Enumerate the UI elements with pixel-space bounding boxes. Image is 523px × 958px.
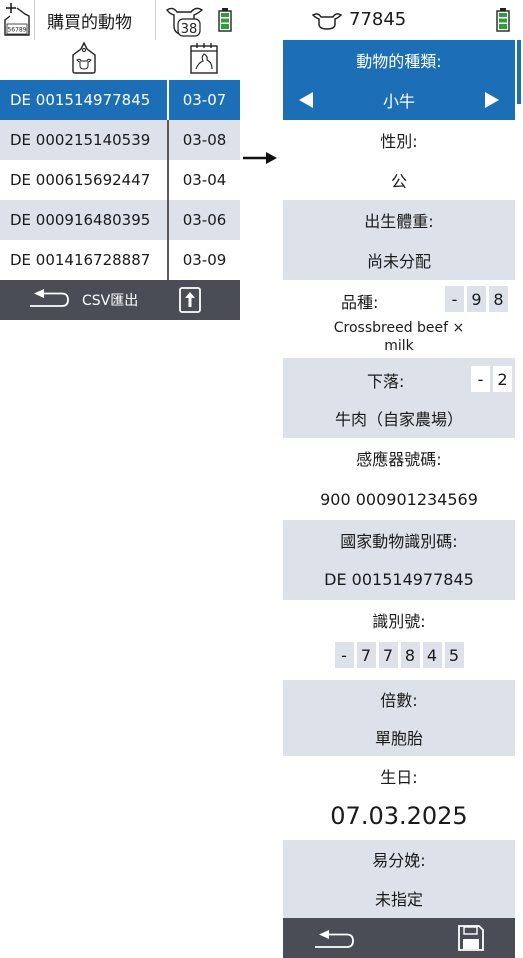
breed-label: 品種: <box>341 293 379 312</box>
animal-id: DE 001416728887 <box>10 251 151 269</box>
upload-icon[interactable] <box>178 286 202 318</box>
national-id-field[interactable]: 國家動物識別碼: DE 001514977845 <box>283 520 515 600</box>
breed-code[interactable]: - 9 8 <box>445 286 508 312</box>
birth-weight-field[interactable]: 出生體重: 尚未分配 <box>283 200 515 280</box>
sex-label: 性別: <box>380 132 418 151</box>
sensor-label: 感應器號碼: <box>356 450 442 469</box>
whereabouts-digit: - <box>471 366 490 392</box>
detail-scrollbar[interactable] <box>517 40 521 104</box>
sex-field[interactable]: 性別: 公 <box>283 120 515 200</box>
multiple-label: 倍數: <box>380 691 418 710</box>
table-row[interactable]: DE 000615692447 03-04 <box>0 160 240 200</box>
purchased-animals-screen: 56789 購買的動物 38 DE 001514977845 03-07 DE … <box>0 0 240 320</box>
save-icon[interactable] <box>457 924 485 956</box>
calving-label: 易分娩: <box>372 851 426 870</box>
column-date[interactable] <box>168 40 240 80</box>
birthday-value: 07.03.2025 <box>330 802 468 830</box>
ear-tag-icon <box>67 41 101 79</box>
whereabouts-value: 牛肉（自家農場） <box>334 410 463 429</box>
breed-digit: 9 <box>467 286 486 312</box>
animal-date: 03-06 <box>167 200 240 240</box>
breed-value-line1: Crossbreed beef × <box>333 319 465 336</box>
animal-date: 03-04 <box>167 160 240 200</box>
ident-code[interactable]: - 7 7 8 4 5 <box>334 642 464 668</box>
arrow-left-icon[interactable] <box>297 90 315 114</box>
breed-value-line2: milk <box>384 337 414 354</box>
ident-digit: 7 <box>378 642 398 668</box>
right-header: 77845 <box>283 0 523 40</box>
animal-list: DE 001514977845 03-07 DE 000215140539 03… <box>0 80 240 280</box>
breed-field[interactable]: 品種: - 9 8 Crossbreed beef × milk <box>283 280 515 358</box>
right-footer <box>283 918 515 958</box>
arrow-right-icon <box>242 150 278 169</box>
tag-icon-number: 56789 <box>7 27 26 34</box>
left-header: 56789 購買的動物 38 <box>0 0 240 40</box>
ident-digit: 8 <box>400 642 420 668</box>
back-icon[interactable] <box>313 927 357 955</box>
animal-number: 77845 <box>349 9 407 30</box>
animal-id: DE 000916480395 <box>10 211 151 229</box>
table-row[interactable]: DE 001514977845 03-07 <box>0 80 240 120</box>
national-id-value: DE 001514977845 <box>324 569 474 589</box>
ident-number-field[interactable]: 識別號: - 7 7 8 4 5 <box>283 600 515 680</box>
multiple-birth-field[interactable]: 倍數: 單胞胎 <box>283 680 515 756</box>
animal-type-selector: 動物的種類: 小牛 <box>283 40 515 120</box>
national-id-label: 國家動物識別碼: <box>340 532 458 551</box>
calendar-calf-icon <box>188 41 220 79</box>
sex-value: 公 <box>390 172 407 191</box>
column-ear-tag[interactable] <box>0 40 168 80</box>
arrow-right-icon[interactable] <box>483 90 501 114</box>
calving-value: 未指定 <box>374 890 423 909</box>
table-row[interactable]: DE 001416728887 03-09 <box>0 240 240 280</box>
csv-export-label: CSV匯出 <box>82 293 139 309</box>
multiple-value: 單胞胎 <box>374 729 423 748</box>
animal-type-label: 動物的種類: <box>356 52 442 71</box>
sensor-value: 900 000901234569 <box>320 489 478 509</box>
animal-count-badge: 38 <box>181 22 198 37</box>
table-row[interactable]: DE 000215140539 03-08 <box>0 120 240 160</box>
whereabouts-field[interactable]: 下落: - 2 牛肉（自家農場） <box>283 358 515 438</box>
animal-date: 03-09 <box>167 240 240 280</box>
cow-count-icon: 38 <box>156 0 212 40</box>
table-row[interactable]: DE 000916480395 03-06 <box>0 200 240 240</box>
animal-id: DE 000215140539 <box>10 131 151 149</box>
back-icon <box>28 286 72 314</box>
csv-export-button[interactable]: CSV匯出 <box>0 286 138 314</box>
animal-type-value: 小牛 <box>382 92 415 111</box>
animal-date: 03-08 <box>167 120 240 160</box>
calving-ease-field[interactable]: 易分娩: 未指定 <box>283 840 515 918</box>
cow-head-icon <box>311 12 343 34</box>
battery-icon <box>212 0 238 40</box>
animal-detail-screen: 77845 動物的種類: 小牛 性別: 公 出生體重: 尚未分配 品種: - 9… <box>283 0 523 958</box>
tag-add-icon[interactable]: 56789 <box>0 0 34 40</box>
battery-icon <box>496 8 510 36</box>
column-header <box>0 40 240 80</box>
animal-id: DE 000615692447 <box>10 171 151 189</box>
whereabouts-code[interactable]: - 2 <box>471 366 512 392</box>
list-scrollbar[interactable] <box>238 80 240 120</box>
animal-id: DE 001514977845 <box>10 91 151 109</box>
sensor-number-field[interactable]: 感應器號碼: 900 000901234569 <box>283 438 515 520</box>
birth-weight-value: 尚未分配 <box>366 252 431 271</box>
ident-digit: 5 <box>444 642 464 668</box>
birth-weight-label: 出生體重: <box>364 212 434 231</box>
animal-date: 03-07 <box>167 80 240 120</box>
left-footer: CSV匯出 <box>0 280 240 320</box>
page-title: 購買的動物 <box>34 0 156 40</box>
breed-digit: 8 <box>489 286 508 312</box>
ident-digit: - <box>334 642 354 668</box>
whereabouts-digit: 2 <box>493 366 512 392</box>
ident-digit: 4 <box>422 642 442 668</box>
ident-label: 識別號: <box>372 612 426 631</box>
ident-digit: 7 <box>356 642 376 668</box>
birthday-field[interactable]: 生日: 07.03.2025 <box>283 756 515 840</box>
birthday-label: 生日: <box>380 768 418 787</box>
breed-digit: - <box>445 286 464 312</box>
whereabouts-label: 下落: <box>367 372 405 391</box>
